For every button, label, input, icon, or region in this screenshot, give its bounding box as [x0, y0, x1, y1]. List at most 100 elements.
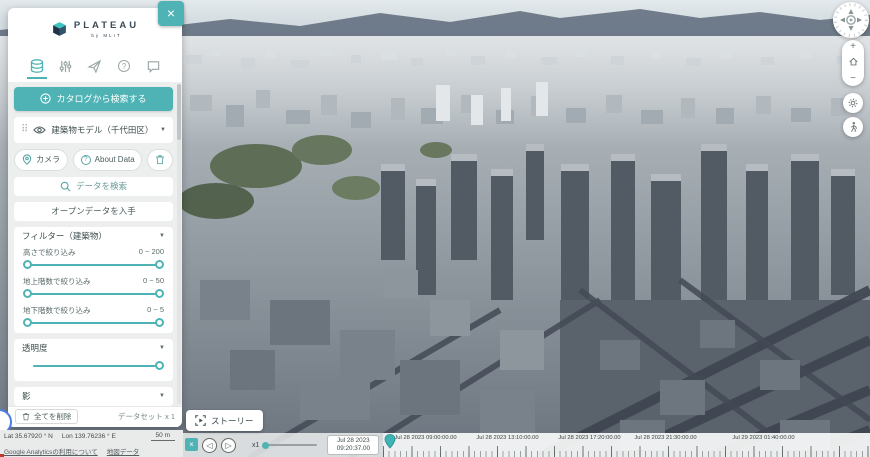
floors-above-filter: 地上階数で絞り込み 0 ~ 50 [14, 275, 173, 304]
drag-handle-icon[interactable]: ⠿ [21, 124, 28, 135]
plus-icon: + [850, 41, 856, 52]
gear-icon [847, 97, 859, 109]
timeline-bar: × ◁ ▷ x1 Jul 28 2023 09:20:37.00 Jul 28 … [183, 433, 870, 457]
plus-circle-icon [40, 93, 51, 104]
current-date: Jul 28 2023 [337, 437, 370, 445]
sliders-icon [58, 59, 73, 74]
opacity-section: 透明度 ▼ [14, 339, 173, 381]
open-data-button[interactable]: オープンデータを入手 [14, 202, 173, 221]
tab-datasets[interactable] [26, 53, 48, 79]
close-icon: × [167, 5, 175, 21]
filter-label: 高さで絞り込み [23, 247, 76, 258]
filter-label: 地上階数で絞り込み [23, 276, 91, 287]
analytics-link[interactable]: Google Analyticsの利用について [4, 446, 98, 456]
slider-max-handle[interactable] [155, 289, 164, 298]
shadow-section: 影 ▼ [14, 387, 173, 406]
dataset-layer-item[interactable]: ⠿ 建築物モデル（千代田区） ▼ [14, 117, 173, 143]
timeline-tick-label: Jul 29 2023 01:40:00.00 [732, 435, 794, 441]
chevron-down-icon: ▼ [159, 393, 165, 399]
map-data-link[interactable]: 地図データ [107, 446, 140, 456]
minus-icon: − [850, 73, 856, 84]
slider-min-handle[interactable] [23, 318, 32, 327]
pedestrian-view-button[interactable] [843, 117, 863, 137]
height-filter: 高さで絞り込み 0 ~ 200 [14, 246, 173, 275]
app-title: PLATEAU [74, 20, 139, 31]
home-icon [848, 56, 859, 67]
speed-label: x1 [252, 442, 259, 449]
slider-handle[interactable] [155, 361, 164, 370]
current-datetime: Jul 28 2023 09:20:37.00 [327, 435, 379, 455]
slider-max-handle[interactable] [155, 318, 164, 327]
home-view-button[interactable] [848, 56, 859, 70]
timeline-tick-label: Jul 28 2023 17:20:00.00 [558, 435, 620, 441]
step-back-button[interactable]: ◁ [202, 438, 217, 453]
timeline-ruler[interactable]: Jul 28 2023 09:00:00.00 Jul 28 2023 13:1… [383, 433, 870, 457]
sidebar-close-button[interactable]: × [158, 1, 184, 26]
layers-icon [29, 58, 45, 74]
timeline-close-button[interactable]: × [185, 438, 198, 451]
chevron-down-icon[interactable]: ▼ [160, 127, 166, 133]
sidebar-footer: 全てを削除 データセット x 1 [8, 406, 182, 427]
search-catalog-button[interactable]: カタログから検索する [14, 87, 173, 111]
search-data-field[interactable]: データを検索 [14, 177, 173, 196]
opacity-slider[interactable] [23, 360, 164, 373]
question-icon: ? [81, 155, 91, 165]
speed-slider-handle[interactable] [262, 442, 269, 449]
compass-control[interactable] [833, 2, 869, 38]
search-placeholder: データを検索 [76, 180, 127, 192]
plateau-logo: PLATEAU by MLIT [8, 8, 182, 51]
sidebar-scrollbar[interactable] [177, 84, 181, 404]
floors-below-range-slider[interactable] [23, 317, 164, 330]
opacity-section-header[interactable]: 透明度 ▼ [14, 339, 173, 358]
height-range-slider[interactable] [23, 259, 164, 272]
camera-button[interactable]: カメラ [14, 149, 68, 171]
zoom-out-button[interactable]: − [850, 74, 856, 84]
tab-feedback[interactable] [142, 53, 164, 79]
floors-above-range-slider[interactable] [23, 288, 164, 301]
help-icon: ? [118, 60, 130, 72]
longitude-readout: Lon 139.76236 ° E [62, 433, 116, 440]
trash-icon [22, 412, 30, 421]
tab-help[interactable]: ? [113, 53, 135, 79]
paper-plane-icon [87, 59, 102, 74]
layer-actions: カメラ ? About Data [14, 149, 173, 171]
scrollbar-thumb[interactable] [177, 84, 181, 140]
feedback-chat-icon [146, 59, 161, 74]
about-data-button[interactable]: ? About Data [73, 149, 142, 171]
slider-min-handle[interactable] [23, 260, 32, 269]
timeline-tick-label: Jul 28 2023 21:30:00.00 [634, 435, 696, 441]
remove-layer-button[interactable] [147, 149, 173, 171]
search-icon [60, 181, 71, 192]
close-icon: × [189, 440, 194, 449]
compass-icon [833, 2, 869, 38]
story-capture-icon [195, 415, 206, 426]
play-button[interactable]: ▷ [221, 438, 236, 453]
map-pin-icon [22, 154, 32, 165]
filter-section-header[interactable]: フィルター（建築物） ▼ [14, 227, 173, 246]
current-time: 09:20:37.00 [337, 445, 370, 453]
chevron-down-icon: ▼ [159, 345, 165, 351]
filter-range-value: 0 ~ 5 [147, 305, 164, 316]
shadow-section-header[interactable]: 影 ▼ [14, 387, 173, 406]
zoom-controls: + − [842, 40, 864, 86]
slider-min-handle[interactable] [23, 289, 32, 298]
selection-settings-button[interactable] [843, 93, 863, 113]
story-button[interactable]: ストーリー [186, 410, 263, 431]
walking-person-icon [848, 121, 859, 133]
latitude-readout: Lat 35.67920 ° N [4, 433, 53, 440]
tab-share[interactable] [84, 53, 106, 79]
slider-max-handle[interactable] [155, 260, 164, 269]
floors-below-filter: 地下階数で絞り込み 0 ~ 5 [14, 304, 173, 333]
tab-map-settings[interactable] [55, 53, 77, 79]
filter-range-value: 0 ~ 200 [139, 247, 164, 258]
delete-all-button[interactable]: 全てを削除 [15, 409, 78, 424]
trash-icon [155, 154, 165, 165]
filter-section: フィルター（建築物） ▼ 高さで絞り込み 0 ~ 200 地上階数で絞り込み 0… [14, 227, 173, 333]
speed-slider[interactable] [265, 444, 317, 446]
map-scale: 50 m [151, 432, 175, 441]
visibility-eye-icon[interactable] [33, 125, 46, 135]
timeline-tick-label: Jul 28 2023 13:10:00.00 [476, 435, 538, 441]
sidebar-tabs: ? [8, 51, 182, 82]
dataset-count: データセット x 1 [118, 411, 175, 422]
zoom-in-button[interactable]: + [850, 42, 856, 52]
